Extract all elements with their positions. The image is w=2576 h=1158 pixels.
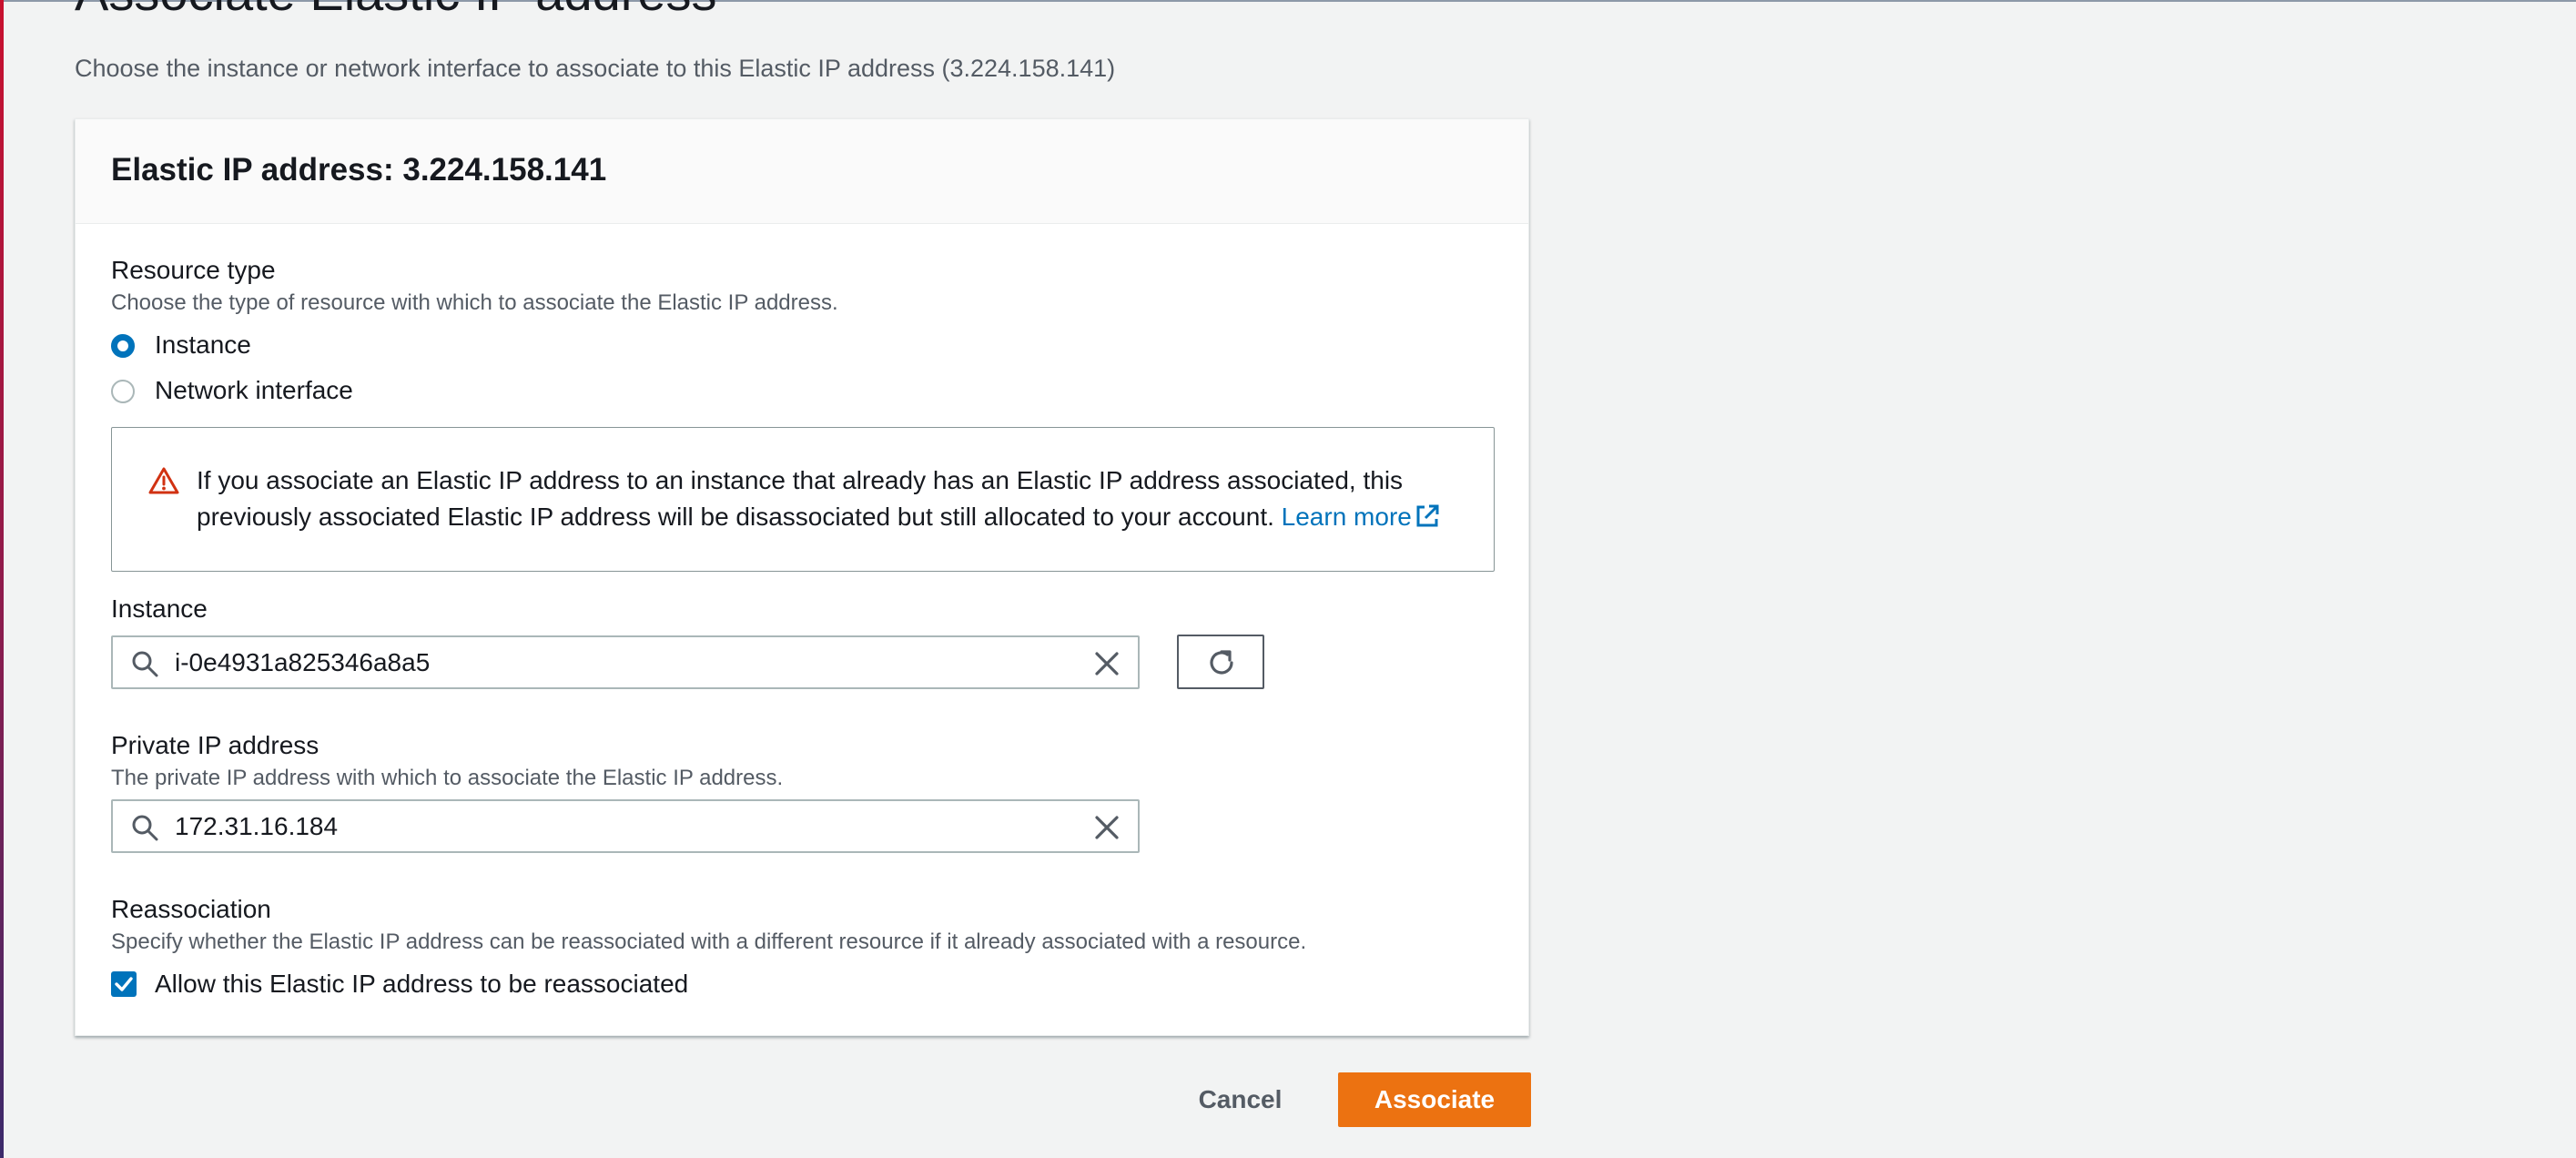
clear-icon[interactable] (1092, 649, 1121, 678)
private-ip-label: Private IP address (111, 731, 319, 759)
panel-title: Elastic IP address: 3.224.158.141 (111, 152, 607, 188)
instance-label: Instance (111, 594, 208, 623)
cancel-button[interactable]: Cancel (1174, 1072, 1306, 1127)
reassociation-label: Reassociation (111, 895, 271, 923)
learn-more-label: Learn more (1281, 503, 1412, 531)
resource-type-label: Resource type (111, 256, 276, 284)
radio-instance[interactable] (111, 334, 135, 358)
resource-type-description: Choose the type of resource with which t… (111, 290, 838, 315)
panel-header: Elastic IP address: 3.224.158.141 (76, 119, 1528, 224)
radio-option-instance[interactable]: Instance (111, 327, 475, 363)
external-link-icon (1416, 504, 1439, 527)
search-icon (132, 651, 158, 677)
reassociation-checkbox[interactable] (111, 971, 137, 997)
radio-instance-label: Instance (155, 330, 251, 359)
left-accent-bar (0, 0, 4, 1158)
refresh-button[interactable] (1177, 635, 1264, 689)
search-icon (132, 815, 158, 841)
radio-option-network-interface[interactable]: Network interface (111, 372, 475, 409)
reassociation-checkbox-label: Allow this Elastic IP address to be reas… (155, 970, 689, 998)
private-ip-description: The private IP address with which to ass… (111, 766, 784, 790)
learn-more-link[interactable]: Learn more (1282, 503, 1441, 531)
association-panel: Elastic IP address: 3.224.158.141 Resour… (75, 118, 1529, 1036)
instance-search-field[interactable] (111, 635, 1140, 689)
refresh-icon (1210, 650, 1233, 675)
clear-icon[interactable] (1092, 813, 1121, 842)
page-title: Associate Elastic IP address (75, 0, 717, 22)
radio-network-interface[interactable] (111, 380, 135, 403)
private-ip-search-field[interactable] (111, 799, 1140, 853)
warning-alert: If you associate an Elastic IP address t… (111, 427, 1495, 572)
alert-text: If you associate an Elastic IP address t… (197, 466, 1404, 531)
reassociation-option[interactable]: Allow this Elastic IP address to be reas… (111, 966, 839, 1002)
instance-input[interactable] (175, 645, 1067, 681)
radio-network-interface-label: Network interface (155, 376, 353, 404)
reassociation-description: Specify whether the Elastic IP address c… (111, 929, 1307, 954)
warning-icon (148, 467, 179, 494)
associate-button[interactable]: Associate (1338, 1072, 1531, 1127)
checkmark-icon (115, 977, 133, 991)
alert-message: If you associate an Elastic IP address t… (197, 462, 1471, 535)
page-description: Choose the instance or network interface… (75, 55, 1116, 82)
private-ip-input[interactable] (175, 808, 1067, 845)
